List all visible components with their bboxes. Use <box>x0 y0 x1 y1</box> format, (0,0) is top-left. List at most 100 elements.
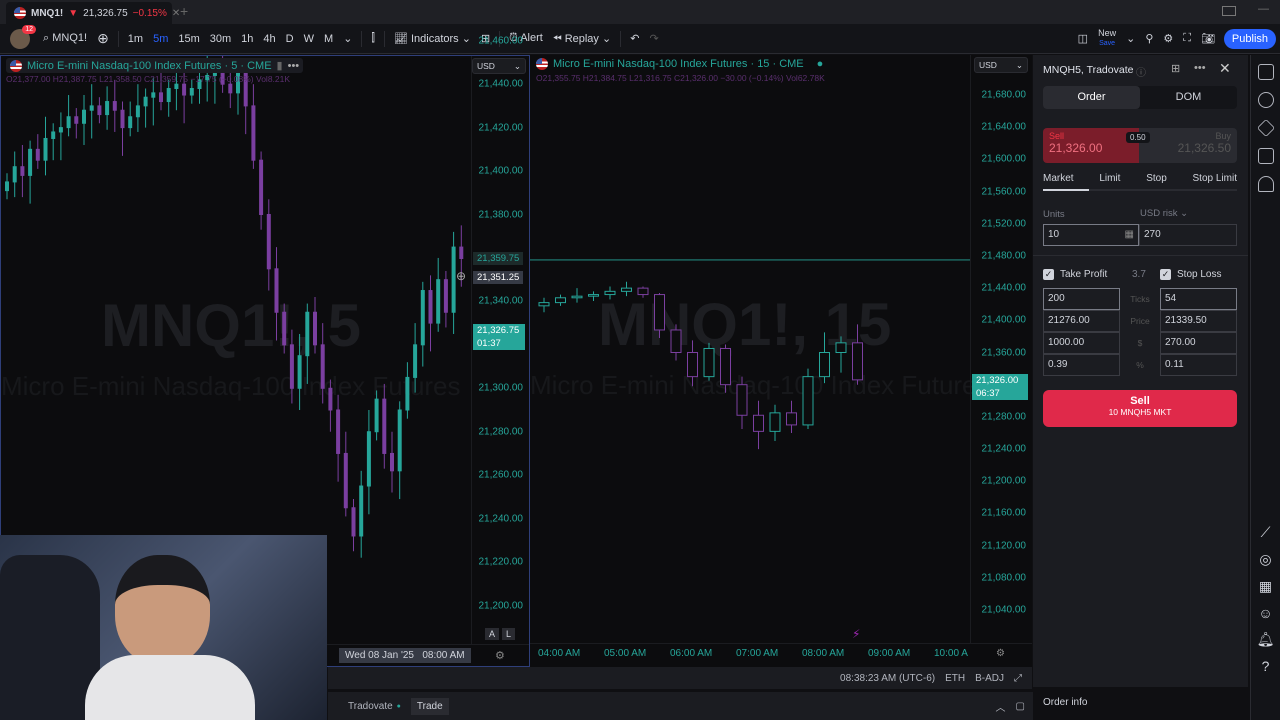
settings-gear-icon[interactable]: ⚙ <box>1158 32 1178 45</box>
more-icon[interactable]: ••• <box>288 60 300 72</box>
close-tab-icon[interactable]: ✕ <box>172 8 180 19</box>
sl-field-%[interactable]: 0.11 <box>1160 354 1237 376</box>
chart-tab[interactable]: MNQ1! ▼ 21,326.75 −0.15% ✕ <box>6 2 180 24</box>
fullscreen-icon[interactable]: ⛶ <box>1178 32 1196 45</box>
trade-tab[interactable]: Trade <box>410 697 449 715</box>
tp-field-Ticks[interactable]: 200 <box>1043 288 1120 310</box>
tab-dom[interactable]: DOM <box>1140 86 1237 109</box>
interval-4h[interactable]: 4h <box>258 33 280 45</box>
maximize-icon[interactable]: ⤢ <box>1014 673 1022 684</box>
compare-plus-icon[interactable]: ⊕ <box>92 30 114 47</box>
session-toggle[interactable]: ETH <box>945 673 965 684</box>
risk-input[interactable]: 270 <box>1139 224 1237 246</box>
more-icon[interactable]: ••• <box>1194 62 1206 74</box>
split-layout-icon[interactable]: ◫ <box>1073 32 1093 45</box>
sell-side-button[interactable]: Sell 21,326.00 <box>1043 128 1139 163</box>
stop-loss-toggle[interactable]: ✓ Stop Loss <box>1160 269 1221 280</box>
redo-icon[interactable]: ↷ <box>644 32 663 45</box>
quick-search-icon[interactable]: ⚲ <box>1140 32 1158 45</box>
sl-field-$[interactable]: 270.00 <box>1160 332 1237 354</box>
order-type-stop-limit[interactable]: Stop Limit <box>1193 173 1237 184</box>
tp-field-%[interactable]: 0.39 <box>1043 354 1120 376</box>
add-order-plus-icon[interactable]: ⊕ <box>456 269 466 283</box>
candle-body <box>436 279 441 324</box>
price-tick: 21,260.00 <box>478 469 524 481</box>
chat-icon[interactable] <box>1257 148 1274 164</box>
close-icon[interactable]: ✕ <box>1219 60 1231 77</box>
tab-order[interactable]: Order <box>1043 86 1140 109</box>
broker-label[interactable]: Tradovate <box>348 701 393 712</box>
save-layout-button[interactable]: New Save <box>1093 29 1121 48</box>
layout-dropdown-icon[interactable]: ⌄ <box>1121 32 1140 45</box>
sl-field-Ticks[interactable]: 54 <box>1160 288 1237 310</box>
interval-W[interactable]: W <box>299 33 319 45</box>
interval-D[interactable]: D <box>281 33 299 45</box>
indicators-button[interactable]: 📈︎ Indicators ⌄ <box>389 32 476 45</box>
interval-dropdown-icon[interactable]: ⌄ <box>338 32 357 45</box>
order-type-stop[interactable]: Stop <box>1146 173 1167 184</box>
tp-field-Price[interactable]: 21276.00 <box>1043 310 1120 332</box>
alerts-clock-icon[interactable] <box>1257 92 1274 108</box>
chart-type-candles-icon[interactable]: ⫿ <box>366 32 380 45</box>
help-icon[interactable]: ? <box>1251 658 1280 674</box>
symbol-title[interactable]: Micro E-mini Nasdaq-100 Index Futures · … <box>27 60 272 72</box>
price-axis[interactable]: 21,680.00 21,640.00 21,600.00 21,560.00 21,5… <box>970 55 1032 643</box>
interval-30m[interactable]: 30m <box>205 33 236 45</box>
maximize-panel-icon[interactable]: ▢ <box>1016 701 1025 712</box>
interval-15m[interactable]: 15m <box>173 33 204 45</box>
time-axis-settings-icon[interactable]: ⚙ <box>495 649 505 662</box>
take-profit-toggle[interactable]: ✓ Take Profit <box>1043 269 1107 280</box>
order-info-header[interactable]: Order info <box>1043 697 1087 708</box>
symbol-title[interactable]: Micro E-mini Nasdaq-100 Index Futures · … <box>553 58 804 70</box>
candle-body <box>374 398 379 433</box>
log-scale-button[interactable]: L <box>502 628 516 640</box>
notifications-bell-icon[interactable] <box>1257 176 1274 192</box>
avatar[interactable]: 12 <box>10 24 36 49</box>
sell-submit-button[interactable]: Sell 10 MNQH5 MKT <box>1043 390 1237 427</box>
target-icon[interactable]: ◎ <box>1251 551 1280 568</box>
bar-countdown: 06:37 <box>976 387 1000 399</box>
right-chart-pane[interactable]: MNQ1!, 15 Micro E-mini Nasdaq-100 Index … <box>530 55 1032 667</box>
grid-add-icon[interactable]: ⊞ <box>1171 62 1180 75</box>
tab-bar: MNQ1! ▼ 21,326.75 −0.15% ✕ + — <box>0 0 1280 24</box>
info-icon[interactable]: ⓘ <box>1136 64 1146 79</box>
new-tab-icon[interactable]: + <box>180 3 188 19</box>
units-input[interactable]: 10 ▦ <box>1043 224 1139 246</box>
layers-icon[interactable] <box>1256 118 1275 138</box>
replay-button[interactable]: ⏪︎ Replay ⌄ <box>548 32 616 46</box>
auto-scale-button[interactable]: A <box>485 628 500 640</box>
community-icon[interactable]: ☺ <box>1251 605 1280 621</box>
publish-button[interactable]: Publish <box>1223 28 1276 49</box>
collapse-up-icon[interactable]: ︿ <box>996 699 1006 714</box>
order-type-limit[interactable]: Limit <box>1099 173 1120 184</box>
watchlist-icon[interactable] <box>1257 64 1274 80</box>
price-tick: 21,120.00 <box>981 540 1027 552</box>
flag-marker-icon[interactable]: ▮ <box>277 59 283 72</box>
interval-M[interactable]: M <box>319 33 338 45</box>
stop-loss-fields: 54 21339.50 270.00 0.11 <box>1160 288 1237 376</box>
undo-icon[interactable]: ↶ <box>625 32 644 45</box>
snapshot-camera-icon[interactable]: 📷︎ <box>1196 32 1220 45</box>
interval-5m[interactable]: 5m <box>148 33 173 45</box>
clock[interactable]: 08:38:23 AM (UTC-6) <box>840 673 935 684</box>
trading-panel-icon[interactable]: ⟋ <box>1251 524 1280 541</box>
interval-1h[interactable]: 1h <box>236 33 258 45</box>
order-type-market[interactable]: Market <box>1043 173 1074 184</box>
tp-field-$[interactable]: 1000.00 <box>1043 332 1120 354</box>
adjustment-toggle[interactable]: B-ADJ <box>975 673 1004 684</box>
time-axis[interactable]: ⚙ 04:00 AM 05:00 AM 06:00 AM 07:00 AM 08:00 … <box>530 643 1032 665</box>
window-layout-icon[interactable] <box>1222 6 1236 16</box>
minimize-icon[interactable]: — <box>1258 3 1269 15</box>
bell-icon[interactable]: 🔔︎ <box>1251 631 1280 648</box>
calendar-icon[interactable]: ▦ <box>1251 578 1280 595</box>
candle-body <box>297 355 302 389</box>
sl-field-Price[interactable]: 21339.50 <box>1160 310 1237 332</box>
symbol-search[interactable]: ⌕ MNQ1! <box>38 32 92 45</box>
price-tick: 21,300.00 <box>478 382 524 394</box>
risk-type-dropdown[interactable]: USD risk ⌄ <box>1140 208 1188 219</box>
buy-side-button[interactable]: Buy 21,326.50 <box>1139 128 1237 163</box>
time-axis-settings-icon[interactable]: ⚙ <box>996 648 1005 659</box>
calculator-icon[interactable]: ▦ <box>1125 229 1134 240</box>
interval-1m[interactable]: 1m <box>123 33 148 45</box>
lightning-event-icon[interactable]: ⚡︎ <box>852 627 860 641</box>
